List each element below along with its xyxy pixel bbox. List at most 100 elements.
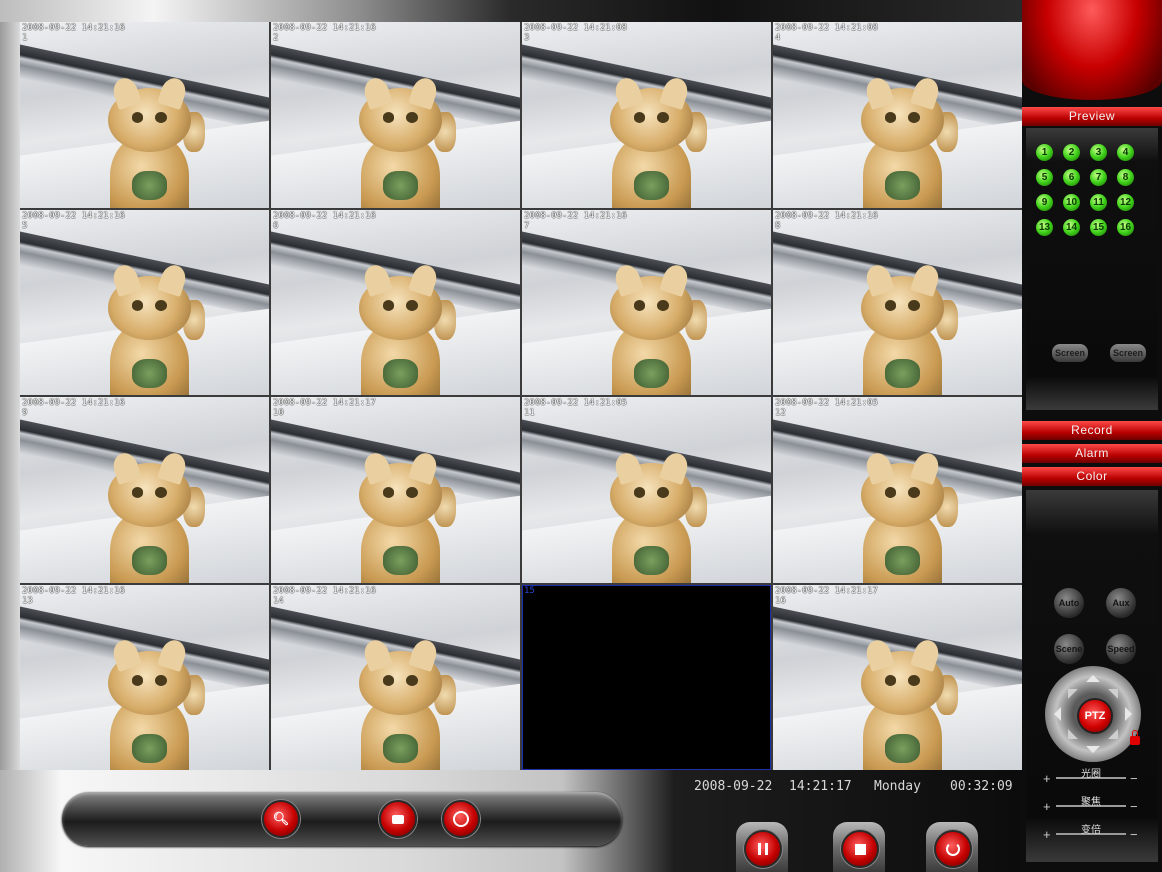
lucky-cat-figure	[351, 637, 457, 770]
record-circle-icon	[453, 811, 469, 827]
channel-button[interactable]: 11	[1090, 194, 1107, 211]
logo-badge	[1022, 0, 1162, 100]
channel-button[interactable]: 7	[1090, 169, 1107, 186]
status-date: 2008-09-22	[694, 779, 773, 794]
scene-button[interactable]: Scene	[1054, 634, 1084, 664]
ptz-center-button[interactable]: PTZ	[1077, 698, 1113, 734]
iris-minus[interactable]: −	[1130, 772, 1138, 785]
channel-button[interactable]: 15	[1090, 219, 1107, 236]
camera-tile[interactable]: 2008-09-22 14:21:08 3	[522, 22, 771, 208]
iris-label: 光圈	[1081, 769, 1101, 780]
lock-icon[interactable]	[1130, 730, 1140, 745]
lucky-cat-figure	[100, 637, 206, 770]
camera-number: 11	[524, 408, 535, 418]
channel-button[interactable]: 6	[1063, 169, 1080, 186]
channel-button[interactable]: 8	[1117, 169, 1134, 186]
zoom-plus[interactable]: +	[1043, 828, 1051, 841]
channel-button[interactable]: 2	[1063, 144, 1080, 161]
channel-button[interactable]: 16	[1117, 219, 1134, 236]
camera-timestamp: 2008-09-22 14:21:16 14	[273, 586, 376, 606]
lucky-cat-figure	[351, 262, 457, 395]
iris-plus[interactable]: +	[1043, 772, 1051, 785]
ptz-up-left-arrow-icon[interactable]	[1058, 679, 1078, 699]
tab-record[interactable]: Record	[1022, 421, 1162, 440]
aux-button[interactable]: Aux	[1106, 588, 1136, 618]
camera-timestamp-text: 2008-09-22 14:21:16	[22, 23, 125, 33]
zoom-slider[interactable]: + 变倍 −	[1040, 824, 1140, 844]
channel-button[interactable]: 5	[1036, 169, 1053, 186]
camera-tile[interactable]: 2008-09-22 14:21:16 13	[20, 584, 269, 770]
channel-button[interactable]: 9	[1036, 194, 1053, 211]
camera-tile[interactable]: 2008-09-22 14:21:16 8	[773, 209, 1022, 395]
focus-minus[interactable]: −	[1130, 800, 1138, 813]
channel-button[interactable]: 10	[1063, 194, 1080, 211]
channel-button[interactable]: 12	[1117, 194, 1134, 211]
power-button[interactable]	[934, 830, 972, 868]
camera-timestamp-text: 2008-09-22 14:21:16	[273, 210, 376, 221]
ptz-down-right-arrow-icon[interactable]	[1108, 729, 1128, 749]
channel-button[interactable]: 3	[1090, 144, 1107, 161]
focus-slider[interactable]: + 聚焦 −	[1040, 796, 1140, 816]
ptz-up-arrow-icon[interactable]	[1086, 668, 1100, 682]
tab-preview[interactable]: Preview	[1022, 107, 1162, 126]
channel-button[interactable]: 1	[1036, 144, 1053, 161]
status-elapsed: 00:32:09	[950, 779, 1013, 794]
camera-tile[interactable]: 2008-09-22 14:21:16 6	[271, 209, 520, 395]
camera-tile[interactable]: 2008-09-22 14:21:16 2	[271, 22, 520, 208]
ptz-down-left-arrow-icon[interactable]	[1058, 729, 1078, 749]
record-button[interactable]	[442, 800, 480, 838]
camera-timestamp: 2008-09-22 14:21:17 16	[775, 586, 878, 606]
camera-tile[interactable]: 2008-09-22 14:21:16 1	[20, 22, 269, 208]
lucky-cat-figure	[853, 449, 959, 583]
pause-pod	[736, 822, 788, 872]
iris-slider[interactable]: + 光圈 −	[1040, 768, 1140, 788]
lucky-cat-figure	[100, 74, 206, 208]
camera-timestamp: 2008-09-22 14:21:08 4	[775, 23, 878, 43]
camera-tile[interactable]: 2008-09-22 14:21:17 16	[773, 584, 1022, 770]
lucky-cat-figure	[351, 74, 457, 208]
frame-top	[0, 0, 1022, 22]
tab-alarm[interactable]: Alarm	[1022, 444, 1162, 463]
camera-timestamp: 2008-09-22 14:21:16 6	[273, 211, 376, 231]
snapshot-button[interactable]	[379, 800, 417, 838]
camera-tile[interactable]: 2008-09-22 14:21:16 7	[522, 209, 771, 395]
camera-tile[interactable]: 2008-09-22 14:21:16 5	[20, 209, 269, 395]
ptz-down-arrow-icon[interactable]	[1086, 746, 1100, 760]
focus-plus[interactable]: +	[1043, 800, 1051, 813]
camera-timestamp-text: 2008-09-22 14:21:08	[775, 23, 878, 33]
camera-tile[interactable]: 2008-09-22 14:21:05 12	[773, 397, 1022, 583]
screen-off-button[interactable]: Screen	[1110, 344, 1146, 362]
focus-label: 聚焦	[1081, 797, 1101, 808]
ptz-left-arrow-icon[interactable]	[1047, 707, 1061, 721]
camera-number: 4	[775, 33, 781, 43]
search-button[interactable]: 🔍︎	[262, 800, 300, 838]
auto-button[interactable]: Auto	[1054, 588, 1084, 618]
pause-button[interactable]	[744, 830, 782, 868]
screen-on-button[interactable]: Screen	[1052, 344, 1088, 362]
camera-tile[interactable]: 2008-09-22 14:21:05 11	[522, 397, 771, 583]
channel-button[interactable]: 14	[1063, 219, 1080, 236]
camera-timestamp-text: 2008-09-22 14:21:16	[273, 585, 376, 596]
camera-number: 9	[22, 408, 28, 418]
channel-button[interactable]: 13	[1036, 219, 1053, 236]
camera-tile[interactable]: 2008-09-22 14:21:17 10	[271, 397, 520, 583]
ptz-up-right-arrow-icon[interactable]	[1108, 679, 1128, 699]
camera-timestamp-text: 2008-09-22 14:21:16	[775, 210, 878, 221]
stop-icon	[854, 843, 866, 855]
camera-tile[interactable]: 2008-09-22 14:21:16 9	[20, 397, 269, 583]
speed-button[interactable]: Speed	[1106, 634, 1136, 664]
camera-tile[interactable]: 2008-09-22 14:21:16 14	[271, 584, 520, 770]
camera-number: 2	[273, 33, 279, 43]
camera-timestamp: 2008-09-22 14:21:16 1	[22, 23, 125, 43]
camera-timestamp: 2008-09-22 14:21:08 3	[524, 23, 627, 43]
channel-button[interactable]: 4	[1117, 144, 1134, 161]
lucky-cat-figure	[853, 262, 959, 395]
camera-tile[interactable]: 15	[522, 584, 771, 770]
camera-tile[interactable]: 2008-09-22 14:21:08 4	[773, 22, 1022, 208]
tab-color[interactable]: Color	[1022, 467, 1162, 486]
zoom-minus[interactable]: −	[1130, 828, 1138, 841]
ptz-right-arrow-icon[interactable]	[1125, 707, 1139, 721]
pause-icon	[758, 843, 768, 855]
camera-number: 13	[22, 595, 33, 606]
stop-button[interactable]	[841, 830, 879, 868]
